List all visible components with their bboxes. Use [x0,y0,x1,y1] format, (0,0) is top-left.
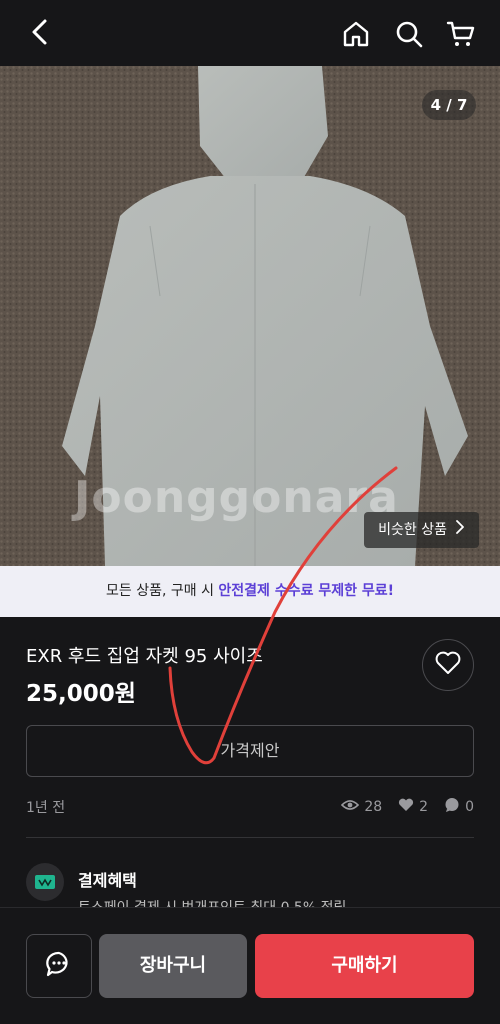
like-button[interactable] [422,639,474,691]
eye-icon [341,798,360,816]
watermark: Joonggonara [74,472,399,523]
divider [26,837,474,838]
chat-count: 0 [465,799,474,815]
buy-button[interactable]: 구매하기 [255,934,474,998]
similar-products-label: 비슷한 상품 [378,522,447,538]
image-counter: 4 / 7 [422,90,476,120]
cart-icon[interactable] [446,19,476,49]
add-to-cart-button[interactable]: 장바구니 [99,934,247,998]
posted-time: 1년 전 [26,800,66,816]
chat-button[interactable] [26,934,92,998]
safe-payment-notice[interactable]: 모든 상품, 구매 시 안전결제 수수료 무제한 무료! [0,566,500,617]
like-count: 2 [419,799,429,815]
product-stats: 28 2 0 [331,797,474,817]
product-photo[interactable]: 4 / 7 Joonggonara 비슷한 상품 [0,66,500,566]
search-icon[interactable] [394,19,424,49]
chevron-right-icon [455,512,465,548]
chat-bubble-icon [444,797,460,817]
bottom-action-bar: 장바구니 구매하기 [0,907,500,1024]
price-offer-button[interactable]: 가격제안 [26,725,474,777]
notice-prefix: 모든 상품, 구매 시 [106,583,219,599]
benefit-title: 결제혜택 [78,871,137,890]
view-count: 28 [364,799,383,815]
heart-icon [435,651,461,679]
similar-products-button[interactable]: 비슷한 상품 [364,512,479,548]
top-bar [0,0,500,66]
home-icon[interactable] [341,19,371,49]
product-title: EXR 후드 집업 자켓 95 사이즈 [26,646,263,667]
notice-highlight: 안전결제 수수료 무제한 무료! [218,583,394,599]
chevron-left-icon[interactable] [24,16,56,48]
heart-small-icon [398,798,414,816]
pay-benefit-icon [26,863,64,901]
product-price: 25,000원 [26,681,136,707]
chat-icon [44,949,74,983]
